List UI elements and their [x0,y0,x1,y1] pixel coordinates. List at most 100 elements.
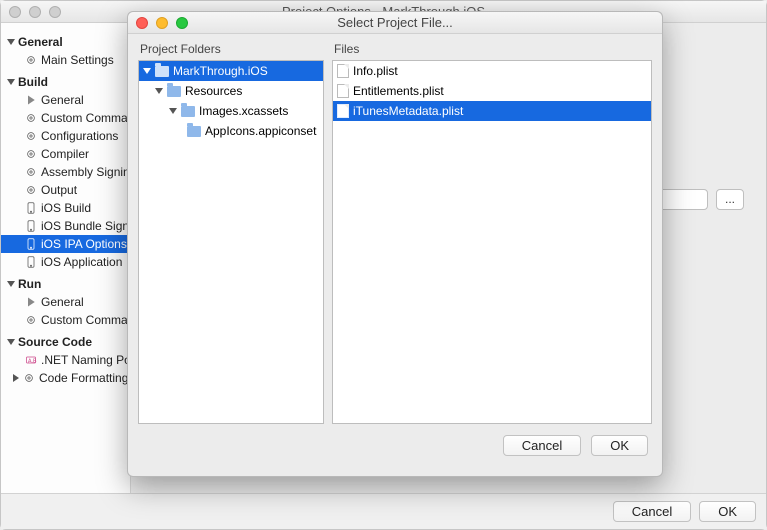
ok-button[interactable]: OK [699,501,756,522]
phone-icon [25,238,37,250]
folders-tree[interactable]: MarkThrough.iOS Resources Images.xcasset… [138,60,324,424]
sidebar-item-main-settings[interactable]: Main Settings [1,51,130,69]
gear-icon [25,112,37,124]
sidebar-cat-label: Run [18,277,41,291]
file-row-label: iTunesMetadata.plist [353,104,463,118]
sidebar-item-label: Assembly Signing [41,165,131,179]
svg-text:A.B: A.B [28,358,37,364]
zoom-icon[interactable] [49,6,61,18]
tree-row[interactable]: Images.xcassets [139,101,323,121]
sidebar-item-configurations[interactable]: Configurations [1,127,130,145]
sidebar-cat-run[interactable]: Run [7,277,124,291]
sidebar-item-ios-bundle[interactable]: iOS Bundle Signing [1,217,130,235]
chevron-right-icon [13,374,19,382]
chevron-down-icon [7,79,15,85]
dialog-cancel-button[interactable]: Cancel [503,435,581,456]
file-row[interactable]: iTunesMetadata.plist [333,101,651,121]
close-icon[interactable] [9,6,21,18]
folder-icon [187,126,201,137]
dialog-titlebar: Select Project File... [128,12,662,34]
tree-row-label: Resources [185,84,242,98]
folder-icon [167,86,181,97]
dialog-footer: Cancel OK [128,424,662,466]
dialog-traffic-lights[interactable] [136,17,188,29]
sidebar-cat-general[interactable]: General [7,35,124,49]
sidebar-item-custom-commands[interactable]: Custom Commands [1,109,130,127]
gear-icon [25,184,37,196]
gear-icon [25,166,37,178]
sidebar-item-code-formatting[interactable]: Code Formatting [1,369,130,387]
cancel-button[interactable]: Cancel [613,501,691,522]
sidebar-cat-label: Source Code [18,335,92,349]
close-icon[interactable] [136,17,148,29]
sidebar-item-label: Code Formatting [39,371,128,385]
chevron-down-icon[interactable] [155,88,163,94]
sidebar-item-label: General [41,93,84,107]
sidebar-item-label: iOS Build [41,201,91,215]
chevron-down-icon[interactable] [169,108,177,114]
file-row[interactable]: Entitlements.plist [333,81,651,101]
files-header: Files [334,42,650,56]
minimize-icon[interactable] [156,17,168,29]
sidebar-item-assembly-signing[interactable]: Assembly Signing [1,163,130,181]
chevron-down-icon [7,281,15,287]
sidebar-item-label: Output [41,183,77,197]
sidebar-item-label: Main Settings [41,53,114,67]
document-icon [337,64,349,78]
minimize-icon[interactable] [29,6,41,18]
sidebar-item-compiler[interactable]: Compiler [1,145,130,163]
play-icon [25,296,37,308]
tree-row[interactable]: AppIcons.appiconset [139,121,323,141]
sidebar-item-output[interactable]: Output [1,181,130,199]
sidebar-item-label: General [41,295,84,309]
parent-traffic-lights[interactable] [9,6,61,18]
sidebar-item-ios-build[interactable]: iOS Build [1,199,130,217]
tree-row[interactable]: Resources [139,81,323,101]
sidebar-item-net-naming[interactable]: A.B .NET Naming Policies [1,351,130,369]
tree-row[interactable]: MarkThrough.iOS [139,61,323,81]
sidebar-item-ios-application[interactable]: iOS Application [1,253,130,271]
gear-icon [25,148,37,160]
sidebar-item-run-custom[interactable]: Custom Commands [1,311,130,329]
sidebar-item-label: Custom Commands [41,313,131,327]
chevron-down-icon [7,39,15,45]
select-project-file-dialog: Select Project File... Project Folders M… [127,11,663,477]
sidebar-item-ios-ipa[interactable]: iOS IPA Options [1,235,130,253]
sidebar-item-label: iOS Bundle Signing [41,219,131,233]
tree-row-label: MarkThrough.iOS [173,64,268,78]
phone-icon [25,256,37,268]
sidebar-item-run-general[interactable]: General [1,293,130,311]
files-column: Files Info.plist Entitlements.plist iTun… [332,38,652,424]
chevron-down-icon [7,339,15,345]
document-icon [337,104,349,118]
tree-row-label: AppIcons.appiconset [205,124,316,138]
play-icon [25,94,37,106]
sidebar-item-label: Configurations [41,129,118,143]
gear-icon [25,314,37,326]
gear-icon [23,372,35,384]
phone-icon [25,202,37,214]
folder-icon [155,66,169,77]
sidebar-item-label: iOS IPA Options [41,237,127,251]
options-sidebar: General Main Settings Build General Cust… [1,23,131,493]
zoom-icon[interactable] [176,17,188,29]
sidebar-cat-label: Build [18,75,48,89]
sidebar-cat-label: General [18,35,63,49]
folders-header: Project Folders [140,42,322,56]
folders-column: Project Folders MarkThrough.iOS Resource… [138,38,324,424]
sidebar-item-label: iOS Application [41,255,122,269]
sidebar-item-build-general[interactable]: General [1,91,130,109]
dialog-ok-button[interactable]: OK [591,435,648,456]
chevron-down-icon[interactable] [143,68,151,74]
browse-button[interactable]: ... [716,189,744,210]
sidebar-cat-build[interactable]: Build [7,75,124,89]
file-row-label: Info.plist [353,64,398,78]
phone-icon [25,220,37,232]
files-list[interactable]: Info.plist Entitlements.plist iTunesMeta… [332,60,652,424]
sidebar-item-label: .NET Naming Policies [41,353,131,367]
gear-icon [25,130,37,142]
document-icon [337,84,349,98]
sidebar-cat-source[interactable]: Source Code [7,335,124,349]
file-row[interactable]: Info.plist [333,61,651,81]
gear-icon [25,54,37,66]
